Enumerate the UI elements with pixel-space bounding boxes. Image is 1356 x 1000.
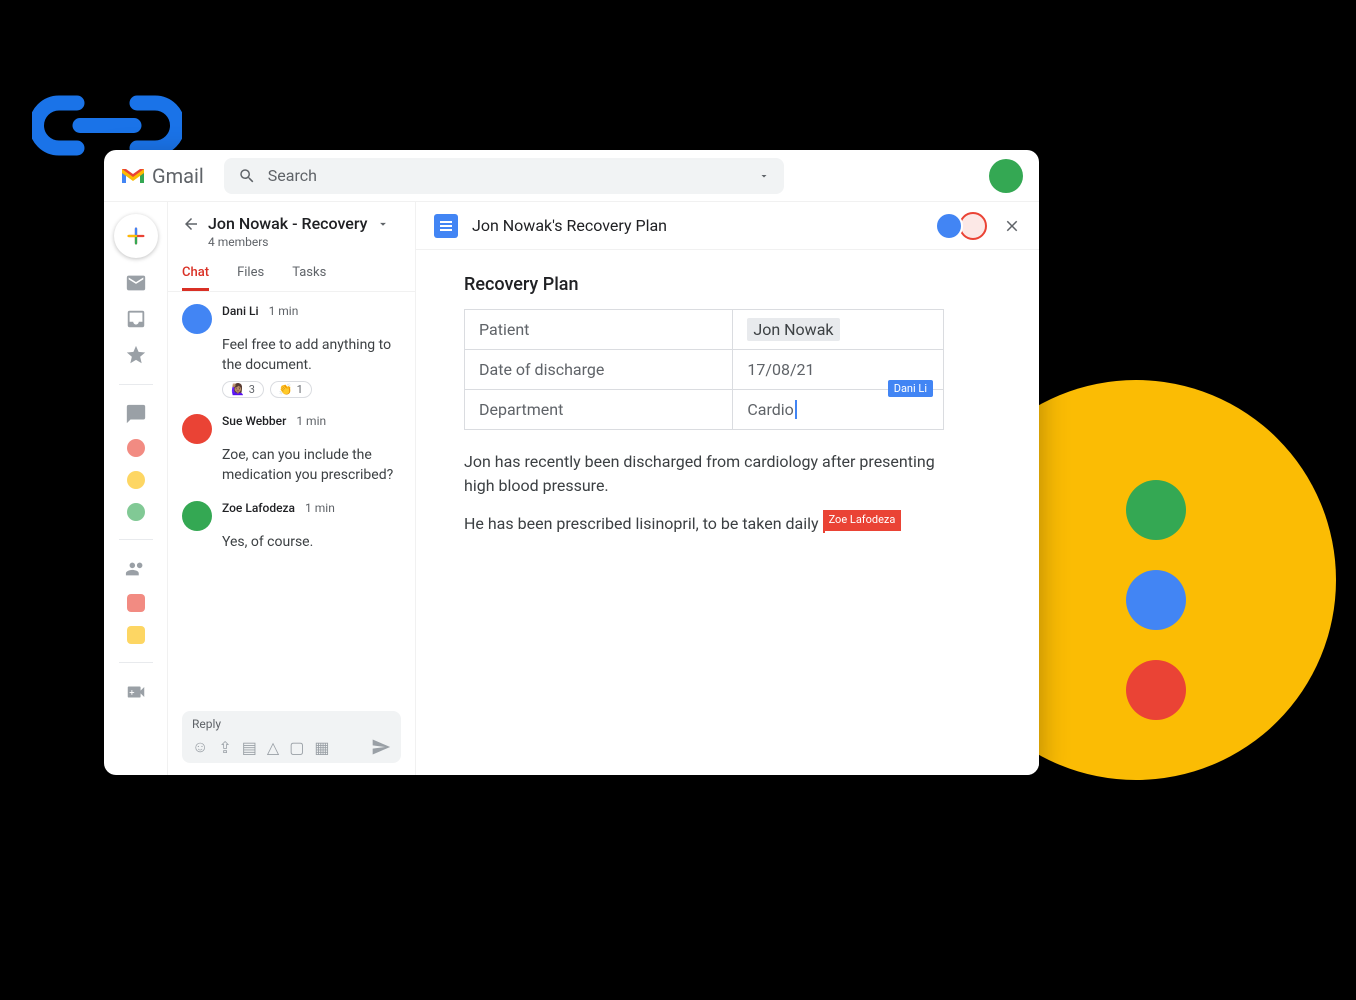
tab-chat[interactable]: Chat <box>182 265 209 291</box>
back-arrow-icon[interactable] <box>182 215 200 233</box>
floating-avatar <box>1126 660 1186 720</box>
compose-button[interactable] <box>114 214 158 258</box>
reaction-chip[interactable]: 🙋🏽‍♀️3 <box>222 381 264 398</box>
floating-avatar <box>1126 480 1186 540</box>
gmail-label: Gmail <box>152 164 204 188</box>
message-list: Dani Li 1 min Feel free to add anything … <box>168 292 415 711</box>
space-dot-red[interactable] <box>127 439 145 457</box>
search-bar[interactable]: Search <box>224 158 784 194</box>
google-docs-icon <box>434 214 458 238</box>
document-body[interactable]: Recovery Plan Patient Jon Nowak Date of … <box>416 250 1039 775</box>
search-options-icon[interactable] <box>758 170 770 182</box>
send-icon[interactable] <box>371 737 391 757</box>
message-author: Dani Li <box>222 304 259 318</box>
calendar-icon[interactable]: ▦ <box>314 738 329 757</box>
account-avatar[interactable] <box>989 159 1023 193</box>
star-icon[interactable] <box>125 344 147 366</box>
document-title: Jon Nowak's Recovery Plan <box>472 216 667 235</box>
patient-info-table: Patient Jon Nowak Date of discharge 17/0… <box>464 309 944 430</box>
collaborator-avatar[interactable] <box>935 212 963 240</box>
space-sq-red[interactable] <box>127 594 145 612</box>
chat-icon[interactable] <box>125 403 147 425</box>
member-count[interactable]: 4 members <box>208 235 401 249</box>
table-row: Department Cardio Dani Li <box>465 390 944 430</box>
close-icon[interactable] <box>1003 217 1021 235</box>
doc-paragraph: He has been prescribed lisinopril, to be… <box>464 512 944 536</box>
drive-file-icon[interactable]: ▤ <box>242 738 257 757</box>
chevron-down-icon[interactable] <box>376 217 390 231</box>
reply-box[interactable]: Reply ☺ ⇪ ▤ △ ▢ ▦ <box>182 711 401 763</box>
message-time: 1 min <box>269 304 299 318</box>
collab-cursor-tag: Zoe Lafodeza <box>823 510 902 531</box>
space-name[interactable]: Jon Nowak - Recovery <box>208 214 368 233</box>
table-cell-label: Department <box>465 390 733 430</box>
drive-icon[interactable]: △ <box>267 738 279 757</box>
doc-paragraph: Jon has recently been discharged from ca… <box>464 450 944 498</box>
space-sq-yellow[interactable] <box>127 626 145 644</box>
tab-tasks[interactable]: Tasks <box>292 265 326 291</box>
message-time: 1 min <box>305 501 335 515</box>
collab-cursor-tag: Dani Li <box>888 380 933 397</box>
doc-heading: Recovery Plan <box>464 274 944 295</box>
table-cell-value: Cardio Dani Li <box>733 390 944 430</box>
message-body: Yes, of course. <box>222 533 401 553</box>
table-cell-label: Patient <box>465 310 733 350</box>
upload-icon[interactable]: ⇪ <box>218 738 231 757</box>
space-dot-yellow[interactable] <box>127 471 145 489</box>
message-body: Feel free to add anything to the documen… <box>222 336 401 375</box>
table-cell-value: Jon Nowak <box>733 310 944 350</box>
chat-message: Sue Webber 1 min Zoe, can you include th… <box>182 414 401 485</box>
table-cell-label: Date of discharge <box>465 350 733 390</box>
chat-message: Zoe Lafodeza 1 min Yes, of course. <box>182 501 401 553</box>
chat-column: Jon Nowak - Recovery 4 members Chat File… <box>168 202 416 775</box>
meet-icon[interactable] <box>125 681 147 703</box>
left-rail <box>104 202 168 775</box>
chat-message: Dani Li 1 min Feel free to add anything … <box>182 304 401 398</box>
tab-files[interactable]: Files <box>237 265 264 291</box>
message-author: Zoe Lafodeza <box>222 501 295 515</box>
inbox-icon[interactable] <box>125 308 147 330</box>
mail-icon[interactable] <box>125 272 147 294</box>
message-body: Zoe, can you include the medication you … <box>222 446 401 485</box>
document-column: Jon Nowak's Recovery Plan Recovery Plan … <box>416 202 1039 775</box>
search-placeholder: Search <box>268 166 317 185</box>
space-dot-green[interactable] <box>127 503 145 521</box>
reply-placeholder: Reply <box>192 717 391 731</box>
document-header: Jon Nowak's Recovery Plan <box>416 202 1039 250</box>
message-author: Sue Webber <box>222 414 286 428</box>
top-bar: Gmail Search <box>104 150 1039 202</box>
table-row: Patient Jon Nowak <box>465 310 944 350</box>
gmail-app-window: Gmail Search <box>104 150 1039 775</box>
space-tabs: Chat Files Tasks <box>168 255 415 292</box>
emoji-icon[interactable]: ☺ <box>192 737 208 757</box>
gmail-logo[interactable]: Gmail <box>120 164 204 188</box>
table-row: Date of discharge 17/08/21 <box>465 350 944 390</box>
floating-avatars <box>1126 480 1186 720</box>
search-icon <box>238 167 256 185</box>
message-time: 1 min <box>296 414 326 428</box>
collaborator-avatar[interactable] <box>959 212 987 240</box>
spaces-icon[interactable] <box>125 558 147 580</box>
reaction-chip[interactable]: 👏1 <box>270 381 312 398</box>
avatar[interactable] <box>182 414 212 444</box>
avatar[interactable] <box>182 501 212 531</box>
floating-avatar <box>1126 570 1186 630</box>
avatar[interactable] <box>182 304 212 334</box>
video-icon[interactable]: ▢ <box>289 738 304 757</box>
